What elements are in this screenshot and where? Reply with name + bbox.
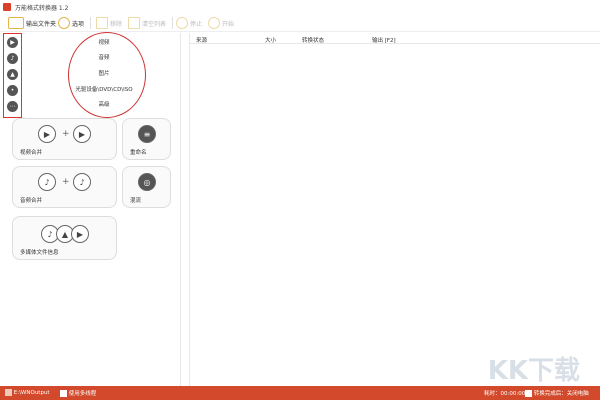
audio-merge-label: 音频合并 — [20, 198, 43, 204]
play-icon: ▶ — [71, 225, 89, 243]
multithread-checkbox[interactable]: 使用多线程 — [60, 389, 96, 397]
gear-icon — [58, 17, 70, 29]
divider — [172, 17, 173, 29]
menu-item-audio[interactable]: 音频 — [49, 53, 159, 61]
media-info-tile[interactable]: ♪ ▲ ▶ 多媒体文件信息 — [12, 216, 117, 260]
options-button[interactable]: 选项 — [58, 16, 84, 30]
play-icon — [208, 17, 220, 29]
after-done-label: 转换完成后：关闭电脑 — [533, 391, 589, 397]
start-label: 开始 — [222, 20, 235, 28]
after-done-option[interactable]: 转换完成后：关闭电脑 — [525, 389, 589, 397]
more-icon[interactable]: ⋯ — [7, 101, 18, 112]
folder-icon — [8, 17, 24, 29]
start-button[interactable]: 开始 — [208, 16, 234, 30]
menu-item-advanced[interactable]: 高级 — [49, 100, 159, 108]
video-icon[interactable]: ▶ — [7, 37, 18, 48]
media-info-label: 多媒体文件信息 — [20, 250, 59, 256]
mix-label: 混流 — [130, 198, 142, 204]
category-sidebar: ▶ ♪ ▲ • ⋯ — [3, 33, 22, 118]
audio-merge-tile[interactable]: ♪ + ♪ 音频合并 — [12, 166, 117, 208]
output-path-link[interactable]: E:\WNOutput — [5, 389, 50, 396]
music-icon: ♪ — [73, 173, 91, 191]
rename-label: 重命名 — [130, 150, 147, 156]
menu-item-video[interactable]: 视频 — [49, 38, 159, 46]
disc-icon[interactable]: • — [7, 85, 18, 96]
remove-button[interactable]: 移除 — [96, 16, 122, 30]
toolbar: 输出文件夹 选项 移除 清空列表 停止 开始 — [0, 14, 600, 32]
column-status[interactable]: 转换状态 — [302, 36, 324, 44]
play-icon: ▶ — [73, 125, 91, 143]
music-icon[interactable]: ♪ — [7, 53, 18, 64]
divider — [90, 17, 91, 29]
rename-tile[interactable]: ≡ 重命名 — [122, 118, 171, 160]
column-output[interactable]: 输出 [F2] — [372, 36, 396, 44]
plus-icon: + — [62, 177, 70, 187]
mix-tile[interactable]: ◎ 混流 — [122, 166, 171, 208]
clear-list-button[interactable]: 清空列表 — [128, 16, 166, 30]
output-folder-label: 输出文件夹 — [26, 20, 57, 28]
music-icon: ♪ — [38, 173, 56, 191]
clear-list-label: 清空列表 — [142, 20, 167, 28]
trash-icon — [96, 17, 108, 29]
file-table-header: 来源 大小 转换状态 输出 [F2] — [190, 34, 600, 44]
folder-icon — [5, 389, 12, 396]
pane-splitter[interactable] — [180, 33, 190, 386]
menu-item-image[interactable]: 图片 — [49, 69, 159, 77]
play-icon: ▶ — [38, 125, 56, 143]
checkbox-icon — [60, 390, 67, 397]
multithread-label: 使用多线程 — [68, 391, 97, 397]
window-title: 万能格式转换器 1.2 — [15, 5, 69, 12]
remove-label: 移除 — [110, 20, 123, 28]
mix-icon: ◎ — [138, 173, 156, 191]
clear-list-icon — [128, 17, 140, 29]
status-bar: E:\WNOutput 使用多线程 耗时：00:00:00 转换完成后：关闭电脑 — [0, 386, 600, 400]
column-size[interactable]: 大小 — [265, 36, 276, 44]
plus-icon: + — [62, 129, 70, 139]
video-merge-tile[interactable]: ▶ + ▶ 视频合并 — [12, 118, 117, 160]
column-source[interactable]: 来源 — [196, 36, 207, 44]
elapsed-time: 耗时：00:00:00 — [484, 391, 526, 397]
output-path: E:\WNOutput — [13, 390, 50, 396]
checkbox-icon — [525, 390, 532, 397]
watermark-logo: KK下载 — [487, 356, 580, 386]
video-merge-label: 视频合并 — [20, 150, 43, 156]
title-bar: 万能格式转换器 1.2 — [0, 0, 600, 14]
stop-label: 停止 — [190, 20, 203, 28]
stop-button[interactable]: 停止 — [176, 16, 202, 30]
pause-icon — [176, 17, 188, 29]
menu-item-disc[interactable]: 光驱设备\DVD\CD\ISO — [49, 85, 159, 93]
app-logo-icon — [3, 3, 11, 11]
image-icon[interactable]: ▲ — [7, 69, 18, 80]
options-label: 选项 — [72, 20, 85, 28]
output-folder-button[interactable]: 输出文件夹 — [8, 16, 56, 30]
rename-icon: ≡ — [138, 125, 156, 143]
